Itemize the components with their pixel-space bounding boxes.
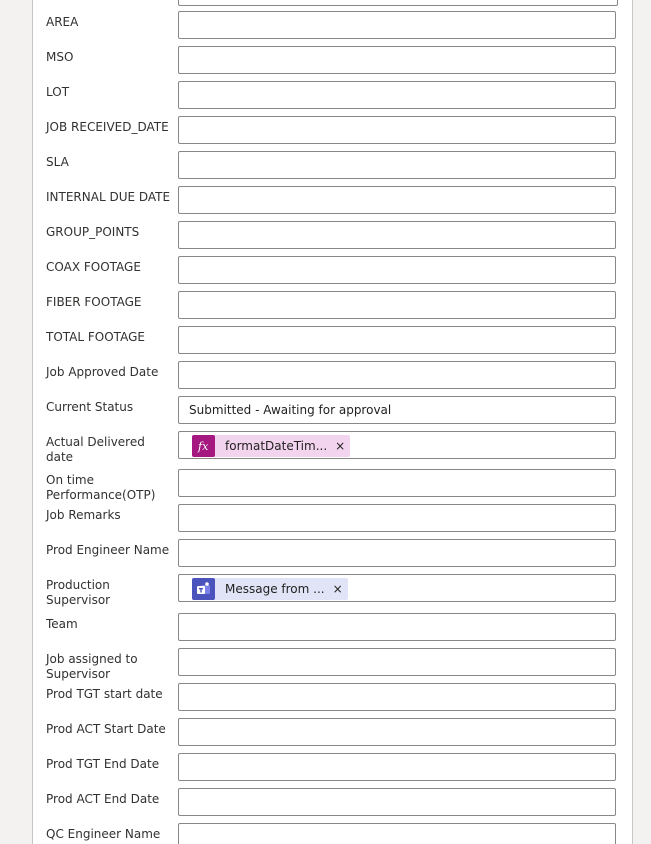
actual-delivered-date-input[interactable]: fx formatDateTim... × (178, 431, 616, 459)
group-points-input[interactable] (178, 221, 616, 249)
job-assigned-to-supervisor-input[interactable] (178, 648, 616, 676)
on-time-performance-otp-input[interactable] (178, 469, 616, 497)
coax-footage-input[interactable] (178, 256, 616, 284)
job-received-date-input[interactable] (178, 116, 616, 144)
field-label-job-received-date: JOB RECEIVED_DATE (46, 120, 169, 134)
previous-field-input[interactable] (178, 0, 618, 6)
field-label-mso: MSO (46, 50, 74, 64)
close-icon[interactable]: × (333, 582, 343, 596)
teams-icon (192, 578, 215, 600)
fx-icon: fx (192, 435, 215, 457)
field-label-sla: SLA (46, 155, 69, 169)
total-footage-input[interactable] (178, 326, 616, 354)
field-label-on-time-performance-otp: On time Performance(OTP) (46, 473, 156, 502)
lot-input[interactable] (178, 81, 616, 109)
field-label-prod-tgt-start-date: Prod TGT start date (46, 687, 163, 701)
field-label-current-status: Current Status (46, 400, 134, 414)
field-label-total-footage: TOTAL FOOTAGE (46, 330, 145, 344)
fiber-footage-input[interactable] (178, 291, 616, 319)
sla-input[interactable] (178, 151, 616, 179)
qc-engineer-name-input[interactable] (178, 823, 616, 844)
field-label-team: Team (46, 617, 78, 631)
field-label-qc-engineer-name: QC Engineer Name (46, 827, 161, 841)
teams-token-label: Message from ... (225, 582, 325, 596)
current-status-value: Submitted - Awaiting for approval (189, 403, 392, 417)
close-icon[interactable]: × (335, 439, 345, 453)
area-input[interactable] (178, 11, 616, 39)
mso-input[interactable] (178, 46, 616, 74)
field-label-production-supervisor: Production Supervisor (46, 578, 111, 607)
field-label-job-assigned-to-supervisor: Job assigned to Supervisor (46, 652, 138, 681)
job-remarks-input[interactable] (178, 504, 616, 532)
field-label-prod-act-end-date: Prod ACT End Date (46, 792, 160, 806)
field-label-prod-act-start-date: Prod ACT Start Date (46, 722, 166, 736)
field-label-fiber-footage: FIBER FOOTAGE (46, 295, 142, 309)
field-label-group-points: GROUP_POINTS (46, 225, 140, 239)
current-status-input[interactable]: Submitted - Awaiting for approval (178, 396, 616, 424)
internal-due-date-input[interactable] (178, 186, 616, 214)
prod-act-end-date-input[interactable] (178, 788, 616, 816)
job-approved-date-input[interactable] (178, 361, 616, 389)
field-label-coax-footage: COAX FOOTAGE (46, 260, 141, 274)
field-label-area: AREA (46, 15, 79, 29)
field-label-actual-delivered-date: Actual Delivered date (46, 435, 145, 464)
prod-engineer-name-input[interactable] (178, 539, 616, 567)
field-label-job-remarks: Job Remarks (46, 508, 121, 522)
field-label-lot: LOT (46, 85, 70, 99)
teams-token[interactable]: Message from ... × (192, 578, 348, 600)
prod-act-start-date-input[interactable] (178, 718, 616, 746)
field-label-prod-engineer-name: Prod Engineer Name (46, 543, 170, 557)
action-parameters-panel: AREA MSO LOT JOB RECEIVED_DATE SLA INTERNAL D… (32, 0, 633, 844)
field-label-job-approved-date: Job Approved Date (46, 365, 159, 379)
prod-tgt-start-date-input[interactable] (178, 683, 616, 711)
field-label-prod-tgt-end-date: Prod TGT End Date (46, 757, 160, 771)
svg-text:fx: fx (197, 440, 209, 453)
expression-token[interactable]: fx formatDateTim... × (192, 435, 351, 457)
team-input[interactable] (178, 613, 616, 641)
expression-token-label: formatDateTim... (225, 439, 328, 453)
prod-tgt-end-date-input[interactable] (178, 753, 616, 781)
production-supervisor-input[interactable]: Message from ... × (178, 574, 616, 602)
field-label-internal-due-date: INTERNAL DUE DATE (46, 190, 171, 204)
